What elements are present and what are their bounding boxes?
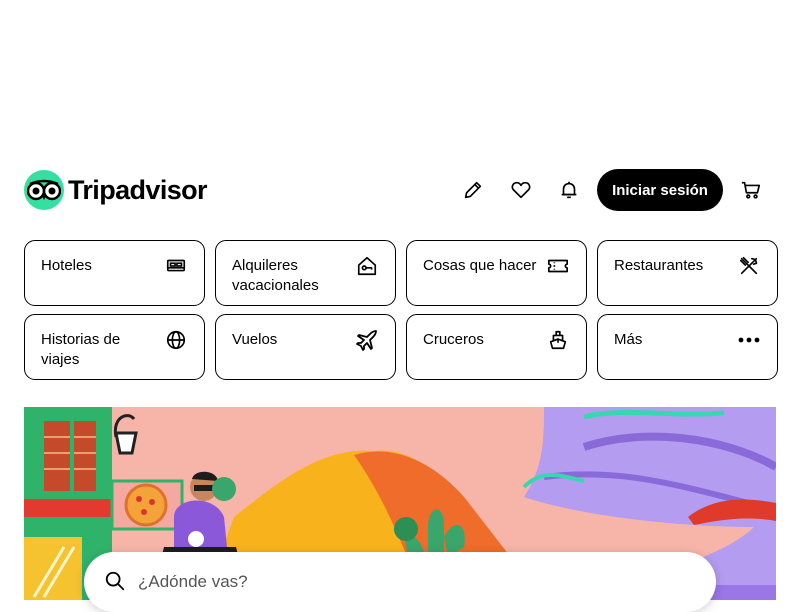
search-icon: [104, 570, 126, 592]
category-flights[interactable]: Vuelos: [215, 314, 396, 380]
bed-icon: [164, 254, 188, 278]
category-hotels[interactable]: Hoteles: [24, 240, 205, 306]
owl-logo-icon: [24, 170, 64, 210]
tripadvisor-logo[interactable]: Tripadvisor: [24, 170, 208, 210]
ship-icon: [546, 328, 570, 352]
signin-button[interactable]: Iniciar sesión: [597, 169, 723, 211]
category-things-to-do[interactable]: Cosas que hacer: [406, 240, 587, 306]
search-bar[interactable]: [84, 552, 716, 612]
category-travel-stories[interactable]: Historias de viajes: [24, 314, 205, 380]
airplane-icon: [355, 328, 379, 352]
edit-pencil-icon[interactable]: [460, 177, 486, 203]
utensils-icon: [737, 254, 761, 278]
globe-icon: [164, 328, 188, 352]
bell-icon[interactable]: [556, 177, 582, 203]
category-cruises[interactable]: Cruceros: [406, 314, 587, 380]
brand-name: Tripadvisor: [68, 175, 208, 205]
category-vacation-rentals[interactable]: Alquileres vacacionales: [215, 240, 396, 306]
category-label: Historias de viajes: [41, 331, 121, 368]
category-label: Vuelos: [232, 331, 278, 348]
category-label: Cruceros: [423, 331, 484, 348]
category-label: Cosas que hacer: [423, 257, 537, 274]
category-restaurants[interactable]: Restaurantes: [597, 240, 778, 306]
search-input[interactable]: [136, 566, 680, 598]
category-label: Restaurantes: [614, 257, 704, 274]
category-grid: Hoteles Alquileres vacacionales Cosas qu…: [24, 240, 778, 380]
more-dots-icon: [737, 328, 761, 352]
house-key-icon: [355, 254, 379, 278]
site-header: Tripadvisor Iniciar sesión: [24, 168, 776, 212]
cart-icon[interactable]: [738, 177, 764, 203]
category-label: Alquileres vacacionales: [232, 257, 319, 294]
category-label: Hoteles: [41, 257, 92, 274]
heart-icon[interactable]: [508, 177, 534, 203]
ticket-icon: [546, 254, 570, 278]
category-label: Más: [614, 331, 643, 348]
category-more[interactable]: Más: [597, 314, 778, 380]
